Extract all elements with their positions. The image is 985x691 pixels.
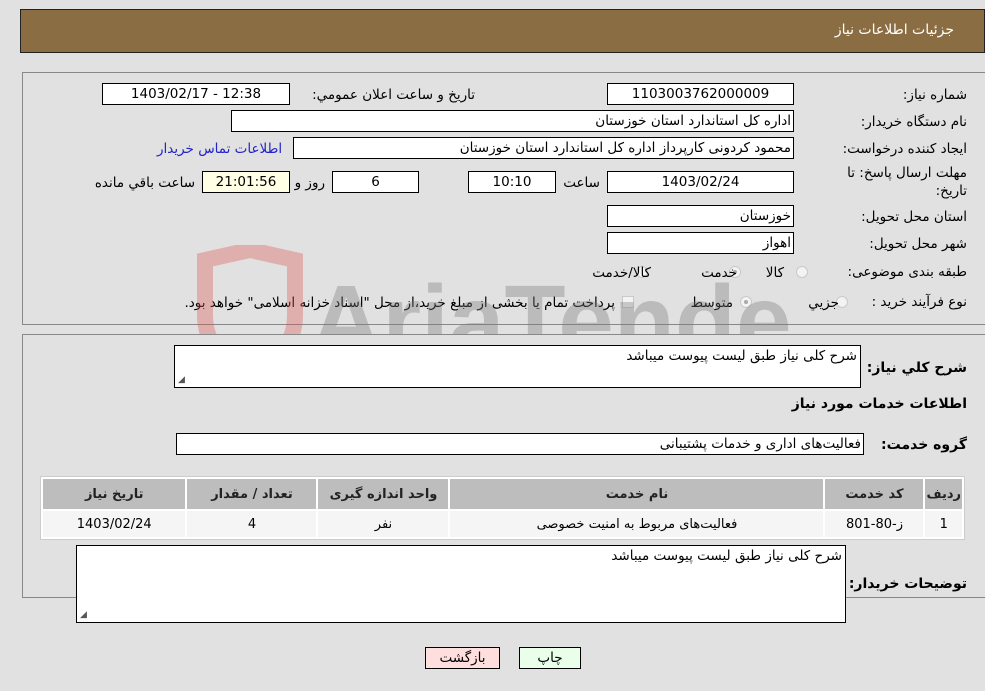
cell-service-name: فعالیت‌های مربوط به امنیت خصوصی [450, 511, 824, 537]
service-group-field: فعالیت‌های اداری و خدمات پشتیبانی [176, 433, 864, 455]
remaining-time-field: 21:01:56 [202, 171, 290, 193]
delivery-province-field: خوزستان [607, 205, 794, 227]
services-panel: شرح کلي نياز: شرح کلی نیاز طبق لیست پیوس… [22, 334, 985, 623]
page-title: جزئيات اطلاعات نياز [834, 22, 954, 38]
deadline-label-line1: مهلت ارسال پاسخ: تا [847, 165, 967, 181]
buyer-notes-text: شرح کلی نیاز طبق لیست پیوست میباشد [611, 548, 842, 564]
category-radio-goods[interactable] [796, 266, 808, 278]
services-section-title: اطلاعات خدمات مورد نياز [791, 396, 967, 412]
col-quantity: تعداد / مقدار [187, 479, 317, 509]
buyer-notes-textarea[interactable]: شرح کلی نیاز طبق لیست پیوست میباشد ◢ [76, 545, 846, 623]
buyer-notes-label: توضيحات خريدار: [848, 576, 967, 592]
cell-service-code: ز-80-801 [825, 511, 924, 537]
deadline-time-label: ساعت [563, 175, 600, 191]
need-details-panel: شماره نياز: 1103003762000009 تاريخ و ساع… [22, 72, 985, 325]
need-number-field: 1103003762000009 [607, 83, 794, 105]
remaining-time-label: ساعت باقي مانده [94, 175, 195, 191]
cell-need-date: 1403/02/24 [43, 511, 186, 537]
buyer-contact-link[interactable]: اطلاعات تماس خريدار [157, 141, 282, 157]
print-button[interactable]: چاپ [519, 647, 581, 669]
col-row-number: رديف [925, 479, 962, 509]
buyer-org-label: نام دستگاه خريدار: [860, 114, 967, 130]
announce-datetime-field: 1403/02/17 - 12:38 [102, 83, 290, 105]
purchase-type-label: نوع فرآيند خريد : [871, 294, 967, 310]
col-service-name: نام خدمت [450, 479, 824, 509]
cell-row-number: 1 [925, 511, 962, 537]
category-option-goods-service: کالا/خدمت [592, 265, 651, 281]
requester-field: محمود کردونی کارپرداز اداره کل استاندارد… [293, 137, 794, 159]
resize-grip-icon[interactable]: ◢ [80, 610, 87, 620]
purchase-option-medium: متوسط [690, 295, 733, 311]
days-label: روز و [294, 175, 325, 191]
deadline-label-line2: تاريخ: [935, 183, 967, 199]
page-header: جزئيات اطلاعات نياز [20, 9, 985, 53]
services-table: رديف کد خدمت نام خدمت واحد اندازه گيری ت… [40, 476, 965, 540]
announce-datetime-label: تاريخ و ساعت اعلان عمومي: [312, 87, 475, 103]
category-option-goods: کالا [765, 265, 784, 281]
back-button[interactable]: بازگشت [425, 647, 500, 669]
deadline-time-field: 10:10 [468, 171, 556, 193]
cell-quantity: 4 [187, 511, 317, 537]
purchase-option-minor: جزيي [808, 295, 839, 311]
summary-text: شرح کلی نیاز طبق لیست پیوست میباشد [626, 348, 857, 364]
remaining-days-field: 6 [332, 171, 419, 193]
delivery-province-label: استان محل تحويل: [861, 209, 967, 225]
purchase-radio-medium[interactable] [740, 296, 752, 308]
col-need-date: تاريخ نياز [43, 479, 186, 509]
col-unit: واحد اندازه گيری [318, 479, 449, 509]
category-option-service: خدمت [701, 265, 737, 281]
buyer-org-field: اداره کل استاندارد استان خوزستان [231, 110, 794, 132]
deadline-date-field: 1403/02/24 [607, 171, 794, 193]
category-label: طبقه بندی موضوعی: [847, 264, 967, 280]
delivery-city-field: اهواز [607, 232, 794, 254]
delivery-city-label: شهر محل تحويل: [869, 236, 967, 252]
treasury-checkbox[interactable] [622, 296, 634, 308]
table-row: 1 ز-80-801 فعالیت‌های مربوط به امنیت خصو… [43, 511, 962, 537]
need-number-label: شماره نياز: [902, 87, 967, 103]
summary-label: شرح کلي نياز: [866, 360, 967, 376]
col-service-code: کد خدمت [825, 479, 924, 509]
requester-label: ايجاد کننده درخواست: [842, 141, 967, 157]
summary-textarea[interactable]: شرح کلی نیاز طبق لیست پیوست میباشد ◢ [174, 345, 861, 388]
service-group-label: گروه خدمت: [881, 437, 967, 453]
resize-grip-icon[interactable]: ◢ [178, 375, 185, 385]
treasury-note: پرداخت تمام يا بخشی از مبلغ خريد،از محل … [184, 295, 615, 311]
table-header-row: رديف کد خدمت نام خدمت واحد اندازه گيری ت… [43, 479, 962, 509]
cell-unit: نفر [318, 511, 449, 537]
